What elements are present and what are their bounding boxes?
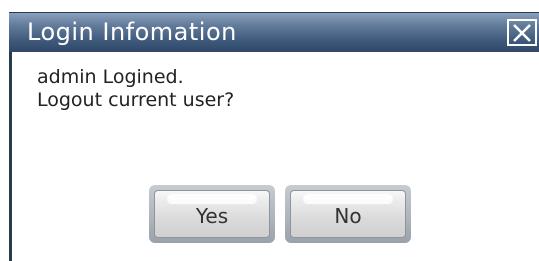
yes-button-label: Yes bbox=[195, 204, 229, 228]
close-button[interactable] bbox=[507, 19, 537, 46]
login-info-dialog: Login Infomation admin Logined. Logout c… bbox=[0, 0, 539, 261]
yes-button-face[interactable]: Yes bbox=[154, 190, 270, 238]
message-line-2: Logout current user? bbox=[37, 89, 235, 111]
no-button-label: No bbox=[334, 204, 362, 228]
message-line-1: admin Logined. bbox=[37, 66, 184, 88]
yes-button[interactable]: Yes bbox=[149, 185, 275, 243]
no-button[interactable]: No bbox=[285, 185, 411, 243]
dialog-title: Login Infomation bbox=[27, 18, 237, 46]
close-icon bbox=[513, 23, 531, 42]
title-bar[interactable]: Login Infomation bbox=[9, 12, 539, 52]
no-button-face[interactable]: No bbox=[290, 190, 406, 238]
dialog-message: admin Logined. Logout current user? bbox=[37, 66, 234, 112]
